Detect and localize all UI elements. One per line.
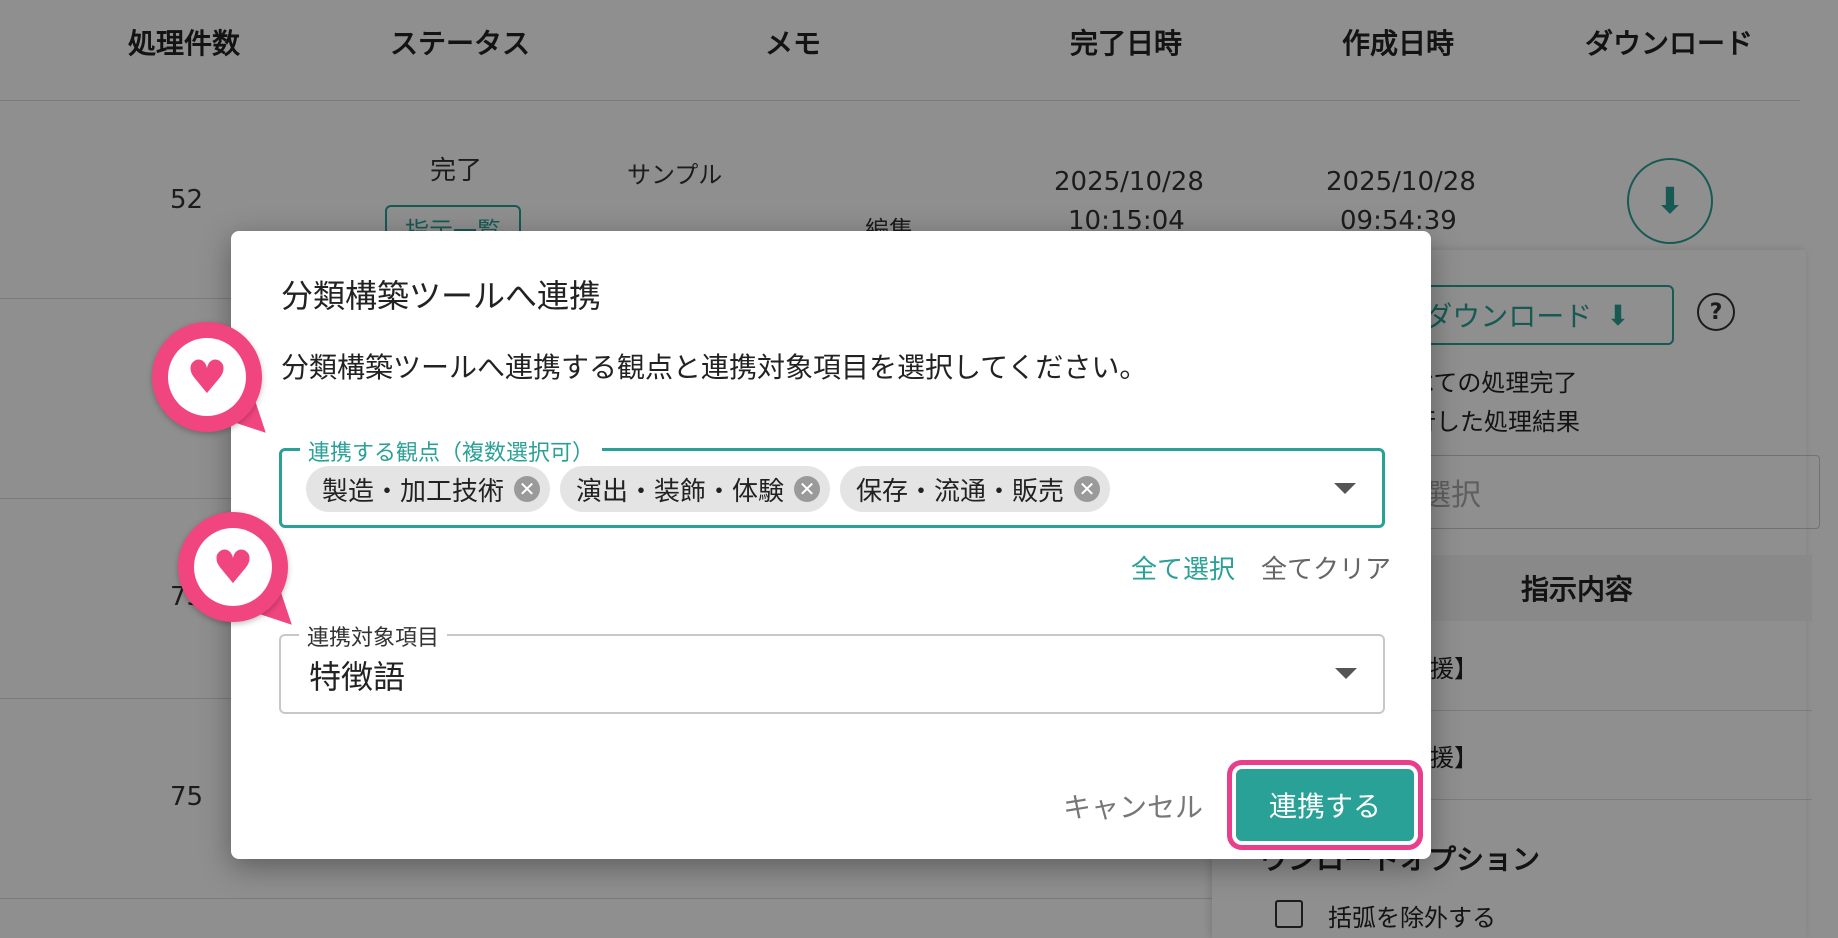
pin-body: ♥: [152, 322, 262, 432]
chip-list: 製造・加工技術 ✕ 演出・装飾・体験 ✕ 保存・流通・販売 ✕: [306, 466, 1111, 512]
link-dialog: 分類構築ツールへ連携 分類構築ツールへ連携する観点と連携対象項目を選択してくださ…: [231, 231, 1431, 859]
target-item-value: 特徴語: [309, 658, 406, 696]
caret-down-icon[interactable]: [1335, 668, 1357, 679]
chip: 製造・加工技術 ✕: [306, 466, 551, 512]
target-item-label: 連携対象項目: [299, 620, 448, 652]
chip-label: 製造・加工技術: [322, 476, 505, 507]
dialog-title: 分類構築ツールへ連携: [281, 277, 602, 315]
chip-label: 保存・流通・販売: [856, 476, 1065, 507]
close-icon[interactable]: ✕: [794, 476, 821, 502]
submit-link-button[interactable]: 連携する: [1236, 769, 1414, 841]
select-all-button[interactable]: 全て選択: [1131, 549, 1235, 586]
target-item-select[interactable]: 連携対象項目 特徴語: [279, 620, 1385, 714]
close-icon[interactable]: ✕: [1074, 476, 1101, 502]
perspective-label: 連携する観点（複数選択可）: [300, 435, 603, 467]
pin-body: ♥: [178, 512, 288, 622]
close-icon[interactable]: ✕: [514, 476, 541, 502]
heart-icon: ♥: [194, 528, 272, 606]
perspective-multiselect[interactable]: 連携する観点（複数選択可） 製造・加工技術 ✕ 演出・装飾・体験 ✕ 保存・流通…: [279, 435, 1385, 528]
chip: 演出・装飾・体験 ✕: [560, 466, 831, 512]
chip: 保存・流通・販売 ✕: [840, 466, 1111, 512]
caret-down-icon[interactable]: [1334, 483, 1356, 494]
cancel-button[interactable]: キャンセル: [1063, 786, 1203, 826]
dialog-description: 分類構築ツールへ連携する観点と連携対象項目を選択してください。: [281, 351, 1148, 384]
heart-icon: ♥: [168, 338, 246, 416]
clear-all-button[interactable]: 全てクリア: [1261, 549, 1391, 586]
chip-label: 演出・装飾・体験: [576, 476, 785, 507]
